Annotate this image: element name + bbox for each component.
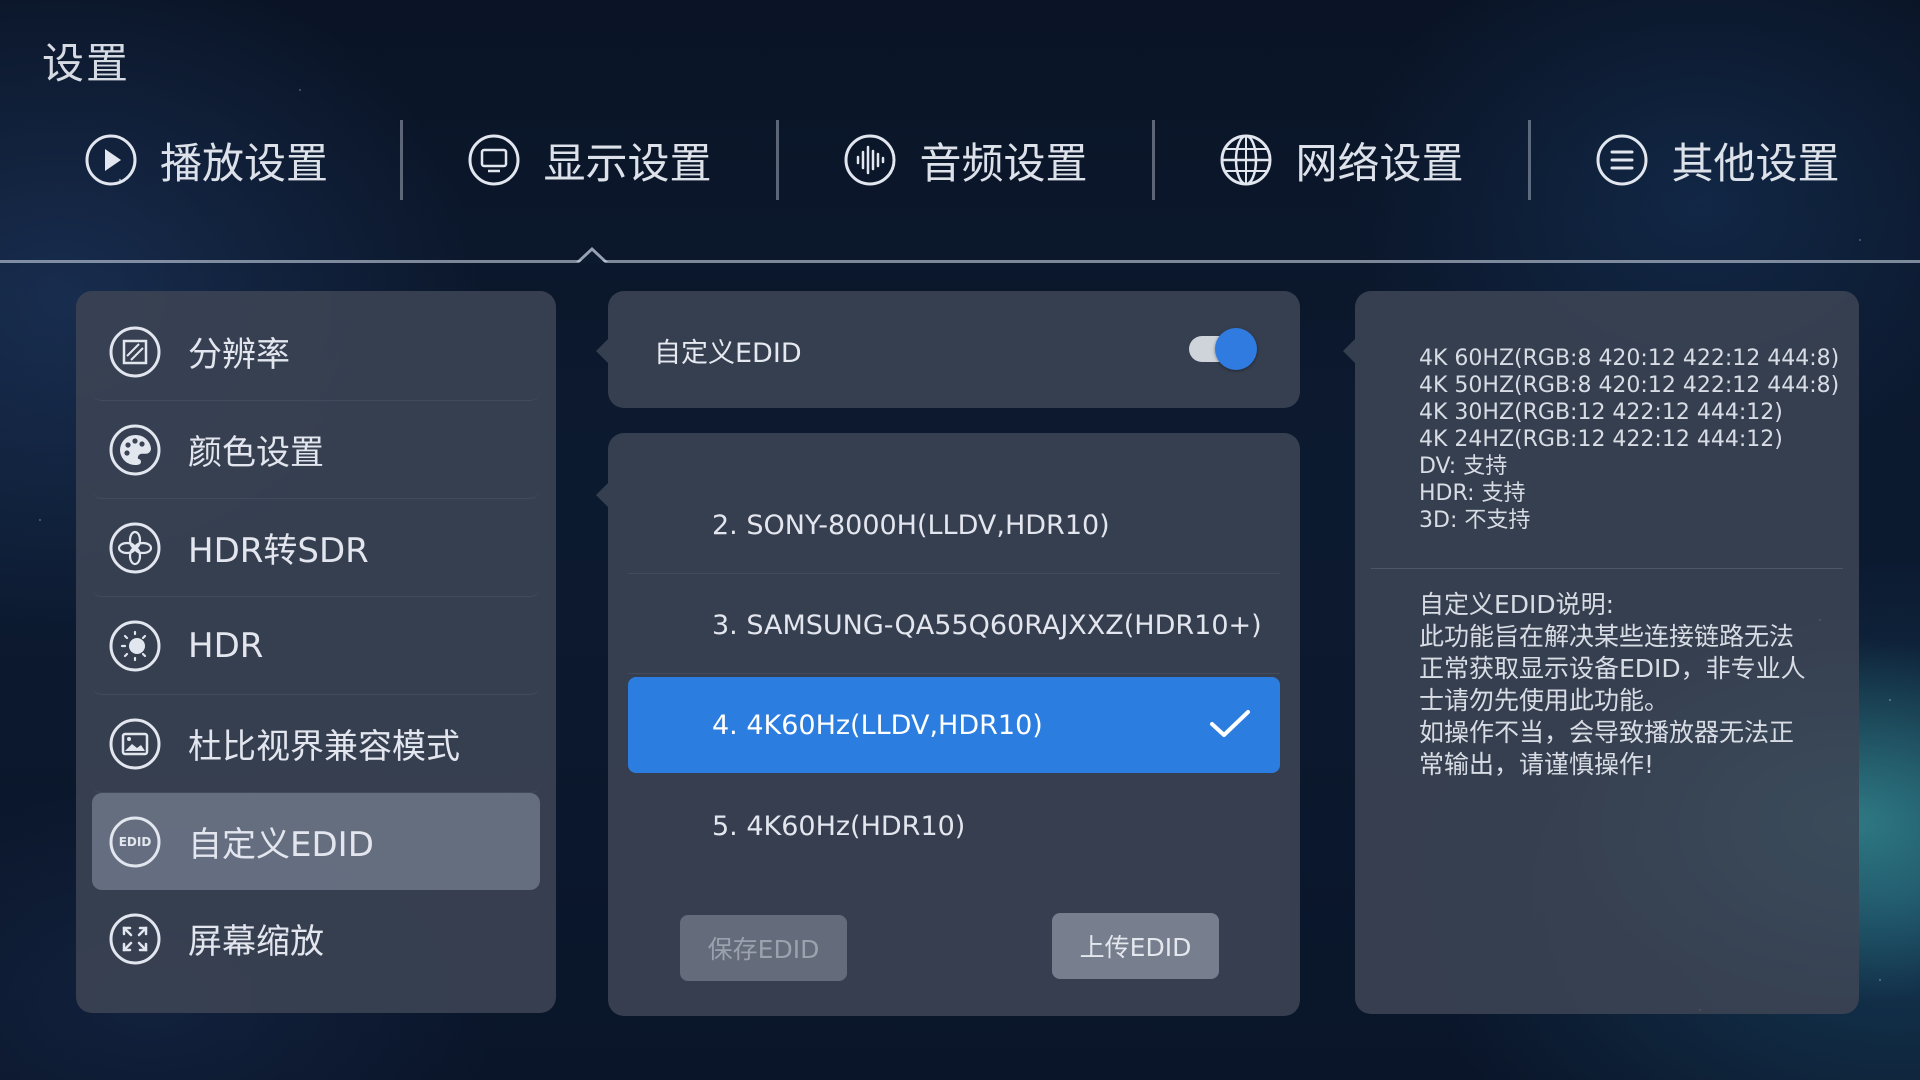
capability-line: 4K 60HZ(RGB:8 420:12 422:12 444:8): [1419, 346, 1840, 371]
edid-icon-text: EDID: [119, 835, 152, 849]
palette-icon: [109, 424, 161, 475]
sidebar-panel: 分辨率 颜色设置 HDR转SDR HDR 杜比视界兼容模式 EDID 自定义ED…: [76, 291, 556, 1013]
custom-edid-toggle-label: 自定义EDID: [654, 338, 802, 369]
sidebar-item-dolby-vision-compat[interactable]: 杜比视界兼容模式: [92, 695, 540, 793]
edid-list-item[interactable]: 3. SAMSUNG-QA55Q60RAJXXZ(HDR10+): [628, 578, 1280, 674]
tab-label: 显示设置: [543, 138, 712, 188]
sidebar-item-label: HDR转SDR: [188, 531, 369, 571]
page-title: 设置: [42, 39, 131, 88]
edid-list-item[interactable]: 2. SONY-8000H(LLDV,HDR10): [628, 478, 1280, 574]
tab-display-settings[interactable]: 显示设置: [403, 118, 776, 202]
switch-knob: [1215, 328, 1257, 370]
hdr-sun-icon: [109, 620, 161, 671]
save-edid-button[interactable]: 保存EDID: [680, 915, 847, 981]
panel-notch: [1343, 339, 1355, 363]
tab-label: 播放设置: [160, 138, 329, 188]
resolution-icon: [109, 326, 161, 377]
sidebar-item-resolution[interactable]: 分辨率: [92, 303, 540, 401]
capability-line: HDR: 支持: [1419, 481, 1526, 506]
edid-item-label: 3. SAMSUNG-QA55Q60RAJXXZ(HDR10+): [712, 610, 1262, 641]
tab-label: 音频设置: [919, 138, 1088, 188]
sidebar-item-hdr[interactable]: HDR: [92, 597, 540, 695]
active-tab-indicator: [576, 247, 608, 263]
play-icon: [85, 134, 137, 186]
edid-list-item-selected[interactable]: 4. 4K60Hz(LLDV,HDR10): [628, 677, 1280, 773]
sidebar-item-label: HDR: [188, 625, 264, 666]
capability-list: 4K 60HZ(RGB:8 420:12 422:12 444:8) 4K 50…: [1419, 345, 1839, 534]
sidebar-item-label: 自定义EDID: [188, 825, 374, 865]
capability-line: 3D: 不支持: [1419, 508, 1531, 533]
edid-item-label: 4. 4K60Hz(LLDV,HDR10): [712, 709, 1043, 741]
edid-icon: EDID: [109, 816, 161, 867]
sidebar-item-screen-zoom[interactable]: 屏幕缩放: [92, 890, 540, 987]
capability-line: 4K 50HZ(RGB:8 420:12 422:12 444:8): [1419, 373, 1840, 398]
checkmark-icon: [1210, 710, 1250, 737]
tab-network-settings[interactable]: 网络设置: [1155, 118, 1528, 202]
tab-underline-rule: [0, 260, 1920, 263]
description-line: 士请勿先使用此功能。: [1419, 686, 1670, 715]
globe-icon: [1220, 134, 1272, 186]
tab-audio-settings[interactable]: 音频设置: [779, 118, 1152, 202]
menu-lines-icon: [1596, 134, 1648, 186]
edid-list-item[interactable]: 5. 4K60Hz(HDR10): [628, 778, 1280, 874]
sidebar-item-label: 杜比视界兼容模式: [188, 727, 460, 767]
description-line: 如操作不当，会导致播放器无法正: [1419, 718, 1795, 747]
custom-edid-toggle-panel: 自定义EDID: [596, 291, 1300, 408]
description-line: 常输出，请谨慎操作!: [1419, 750, 1655, 779]
edid-description: 自定义EDID说明: 此功能旨在解决某些连接链路无法 正常获取显示设备EDID，…: [1419, 589, 1839, 781]
description-line: 正常获取显示设备EDID，非专业人: [1419, 654, 1806, 683]
tab-label: 网络设置: [1295, 138, 1464, 188]
tab-label: 其他设置: [1671, 138, 1840, 188]
info-divider: [1371, 568, 1843, 569]
sidebar-item-label: 颜色设置: [188, 433, 324, 473]
sidebar-item-label: 分辨率: [188, 335, 290, 375]
edid-info-panel: 4K 60HZ(RGB:8 420:12 422:12 444:8) 4K 50…: [1343, 291, 1859, 1014]
description-line: 自定义EDID说明:: [1419, 590, 1615, 619]
tab-other-settings[interactable]: 其他设置: [1531, 118, 1904, 202]
panel-notch: [596, 339, 608, 363]
audio-wave-icon: [844, 134, 896, 186]
custom-edid-switch[interactable]: [1181, 324, 1257, 372]
sidebar-item-label: 屏幕缩放: [188, 922, 324, 962]
edid-item-label: 2. SONY-8000H(LLDV,HDR10): [712, 510, 1110, 541]
aperture-icon: [109, 522, 161, 573]
image-frame-icon: [109, 718, 161, 769]
sidebar-item-custom-edid[interactable]: EDID 自定义EDID: [92, 793, 540, 890]
sidebar-item-color-settings[interactable]: 颜色设置: [92, 401, 540, 499]
expand-arrows-icon: [109, 913, 161, 964]
panel-notch: [596, 483, 608, 507]
capability-line: 4K 24HZ(RGB:12 422:12 444:12): [1419, 427, 1783, 452]
capability-line: 4K 30HZ(RGB:12 422:12 444:12): [1419, 400, 1783, 425]
capability-line: DV: 支持: [1419, 454, 1508, 479]
upload-edid-button[interactable]: 上传EDID: [1052, 913, 1219, 979]
top-tab-bar: 播放设置 显示设置 音频设置 网络设置 其他设置: [0, 118, 1920, 202]
description-line: 此功能旨在解决某些连接链路无法: [1419, 622, 1795, 651]
sidebar-item-hdr-to-sdr[interactable]: HDR转SDR: [92, 499, 540, 597]
tab-playback-settings[interactable]: 播放设置: [0, 118, 400, 202]
edid-list-panel: 2. SONY-8000H(LLDV,HDR10) 3. SAMSUNG-QA5…: [596, 433, 1300, 1016]
monitor-icon: [468, 134, 520, 186]
edid-item-label: 5. 4K60Hz(HDR10): [712, 810, 966, 842]
